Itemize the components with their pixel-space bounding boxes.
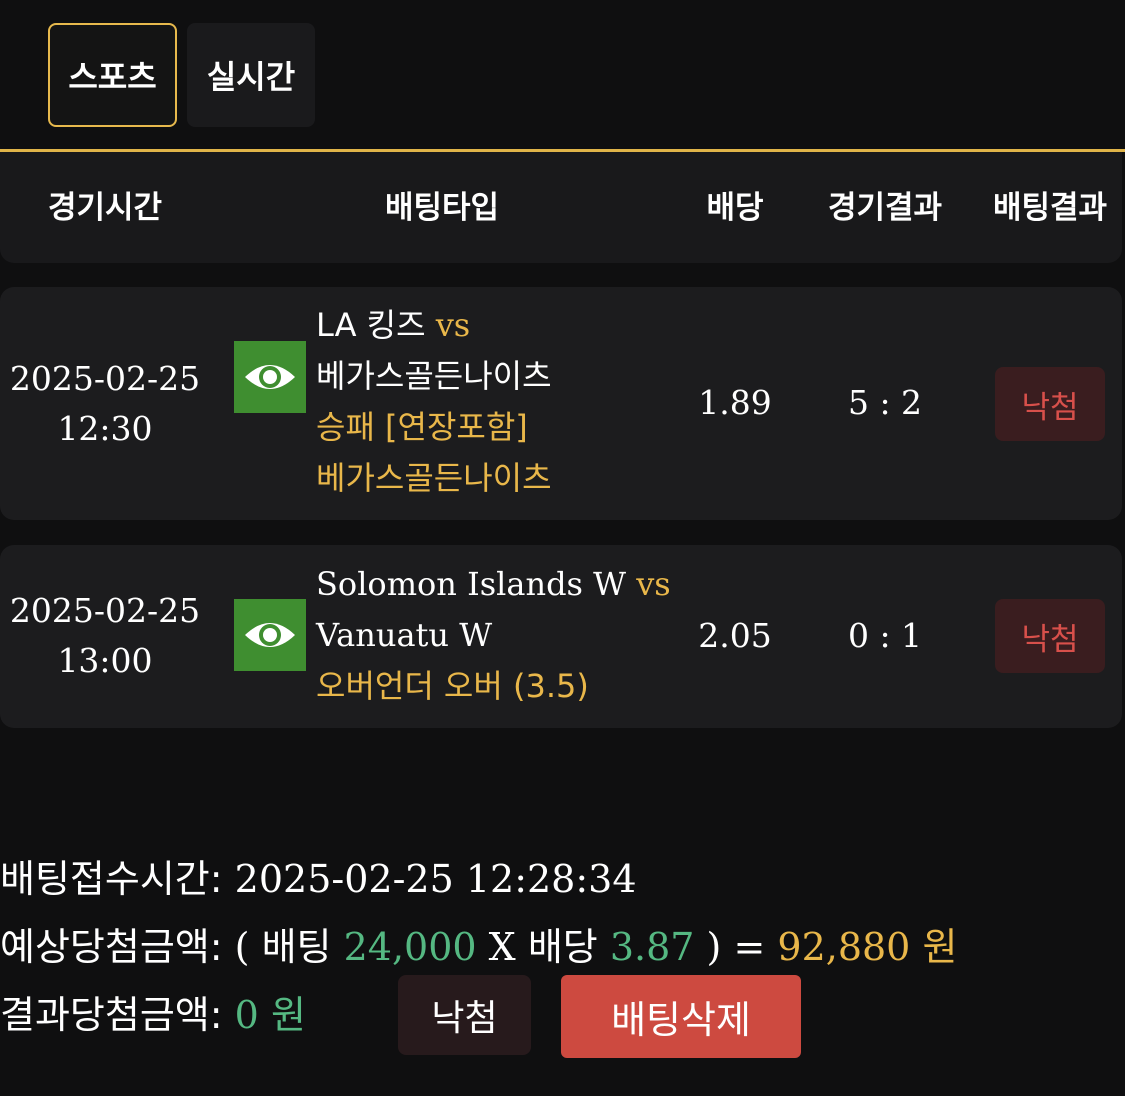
received-label: 배팅접수시간: — [0, 857, 223, 901]
header-bet-type: 배팅타입 — [384, 189, 500, 226]
result-winnings: 결과당첨금액: 0 원 — [0, 984, 306, 1039]
expected-label: 예상당첨금액: — [0, 925, 223, 969]
market-name: 오버언더 오버 (3.5) — [316, 667, 589, 705]
eye-button[interactable] — [234, 599, 306, 671]
stake-amount: 24,000 — [343, 925, 477, 969]
game-date: 2025-02-25 — [9, 591, 201, 630]
view-detail-button[interactable] — [234, 341, 306, 413]
tab-live[interactable]: 실시간 — [187, 23, 315, 127]
odds-word: 배당 — [527, 925, 598, 969]
game-datetime: 2025-02-25 12:30 — [0, 353, 210, 455]
eye-icon — [245, 623, 295, 647]
header-odds: 배당 — [706, 189, 764, 226]
result-won: 원 — [270, 993, 306, 1037]
bet-status-button[interactable]: 낙첨 — [398, 975, 531, 1055]
vs-label: vs — [636, 565, 671, 603]
table-row: 2025-02-25 12:30 LA 킹즈 vs 베가스골든나이츠 승패 [연… — [0, 287, 1122, 520]
result-label: 결과당첨금액: — [0, 993, 223, 1037]
game-score: 0 : 1 — [847, 615, 923, 655]
times-sign: X — [488, 925, 516, 969]
table-header: 경기시간 배팅타입 배당 경기결과 배팅결과 — [0, 152, 1122, 263]
header-bet-result: 배팅결과 — [992, 189, 1108, 226]
tab-sports[interactable]: 스포츠 — [48, 23, 177, 127]
vs-label: vs — [435, 306, 471, 344]
market-name: 승패 [연장포함] — [316, 408, 528, 446]
odds-value: 2.05 — [698, 615, 772, 655]
eye-button[interactable] — [234, 341, 306, 413]
away-team: 베가스골든나이츠 — [316, 357, 552, 395]
away-team: Vanuatu W — [316, 616, 493, 654]
game-datetime: 2025-02-25 13:00 — [0, 585, 210, 687]
close-equals: ) = — [706, 925, 766, 969]
open-paren: ( — [234, 925, 250, 969]
category-tabs: 스포츠 실시간 — [48, 23, 315, 127]
header-game-time: 경기시간 — [47, 189, 163, 226]
header-game-result: 경기결과 — [827, 189, 943, 226]
received-value: 2025-02-25 12:28:34 — [234, 857, 637, 901]
bet-result-badge: 낙첨 — [995, 599, 1105, 673]
expected-winnings: 예상당첨금액: ( 배팅 24,000 X 배당 3.87 ) = 92,880… — [0, 916, 957, 971]
table-row: 2025-02-25 13:00 Solomon Islands W vs Va… — [0, 545, 1122, 728]
bet-received-time: 배팅접수시간: 2025-02-25 12:28:34 — [0, 848, 637, 903]
game-time: 12:30 — [57, 409, 153, 448]
bet-pick: 베가스골든나이츠 — [316, 459, 552, 497]
expected-amount: 92,880 — [777, 925, 911, 969]
expected-won: 원 — [922, 925, 958, 969]
bet-word: 배팅 — [261, 925, 332, 969]
bet-type-info: LA 킹즈 vs 베가스골든나이츠 승패 [연장포함] 베가스골든나이츠 — [316, 300, 552, 504]
odds-value: 1.89 — [698, 382, 772, 422]
total-odds: 3.87 — [609, 925, 695, 969]
game-date: 2025-02-25 — [9, 359, 201, 398]
bet-result-badge: 낙첨 — [995, 367, 1105, 441]
home-team: LA 킹즈 — [316, 306, 426, 344]
home-team: Solomon Islands W — [316, 565, 627, 603]
view-detail-button[interactable] — [234, 599, 306, 671]
game-time: 13:00 — [57, 641, 153, 680]
delete-bet-button[interactable]: 배팅삭제 — [561, 975, 801, 1058]
bet-type-info: Solomon Islands W vs Vanuatu W 오버언더 오버 (… — [316, 559, 671, 712]
result-amount: 0 — [234, 993, 259, 1037]
eye-icon — [245, 365, 295, 389]
game-score: 5 : 2 — [847, 382, 923, 422]
